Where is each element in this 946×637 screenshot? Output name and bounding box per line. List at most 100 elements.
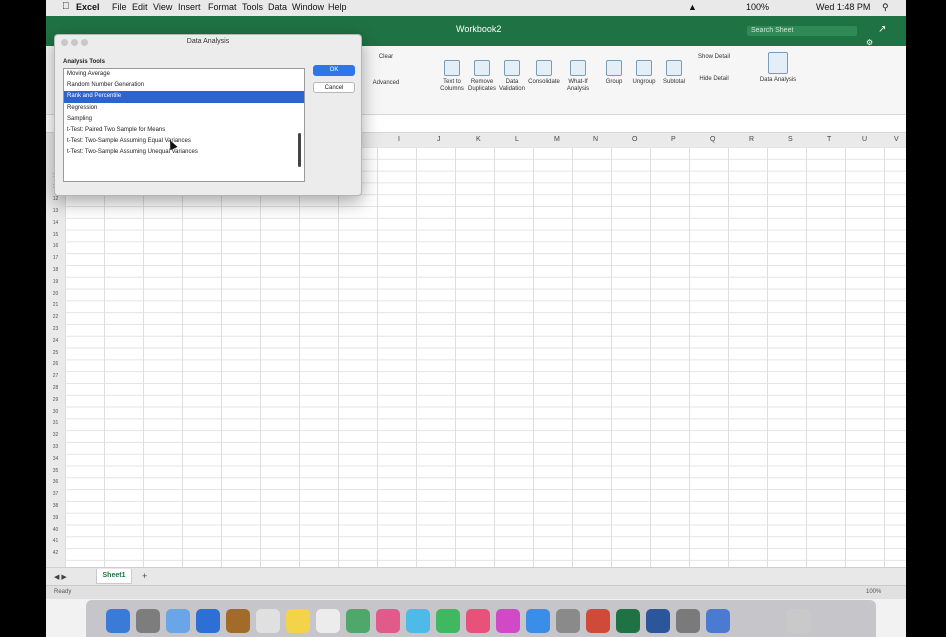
list-scrollbar[interactable] — [298, 133, 301, 167]
ibooks-icon[interactable] — [496, 609, 520, 633]
row-header[interactable]: 16 — [46, 241, 65, 253]
row-header[interactable]: 24 — [46, 336, 65, 348]
search-icon[interactable]: ⚲ — [882, 2, 889, 13]
row-header[interactable]: 23 — [46, 324, 65, 336]
row-header[interactable]: 40 — [46, 525, 65, 537]
row-header[interactable]: 17 — [46, 253, 65, 265]
advanced-button[interactable]: Advanced — [366, 80, 406, 87]
sheet-tab[interactable]: Sheet1 — [96, 569, 132, 584]
column-header[interactable]: Q — [710, 136, 715, 143]
column-header[interactable]: V — [894, 136, 899, 143]
facetime-icon[interactable] — [436, 609, 460, 633]
row-header[interactable]: 39 — [46, 513, 65, 525]
column-header[interactable]: U — [862, 136, 867, 143]
folder-icon[interactable] — [706, 609, 730, 633]
row-header[interactable]: 15 — [46, 230, 65, 242]
cancel-button[interactable]: Cancel — [313, 82, 355, 93]
column-header[interactable]: N — [593, 136, 598, 143]
itunes-icon[interactable] — [466, 609, 490, 633]
share-icon[interactable]: ↗ — [878, 24, 886, 35]
row-header[interactable]: 32 — [46, 430, 65, 442]
column-header[interactable]: M — [554, 136, 560, 143]
finder-icon[interactable] — [106, 609, 130, 633]
menu-edit[interactable]: Edit — [132, 2, 148, 12]
search-sheet-input[interactable]: Search Sheet — [747, 26, 857, 36]
column-header[interactable]: R — [749, 136, 754, 143]
cell-grid[interactable] — [65, 147, 906, 567]
list-item-regression[interactable]: Regression — [64, 103, 304, 114]
hide-detail-button[interactable]: Hide Detail — [694, 76, 734, 83]
row-header[interactable]: 25 — [46, 348, 65, 360]
column-header[interactable]: O — [632, 136, 637, 143]
row-header[interactable]: 20 — [46, 289, 65, 301]
row-header[interactable]: 18 — [46, 265, 65, 277]
menu-tools[interactable]: Tools — [242, 2, 263, 12]
column-header[interactable]: P — [671, 136, 676, 143]
row-header[interactable]: 37 — [46, 489, 65, 501]
photos-icon[interactable] — [376, 609, 400, 633]
trash-icon[interactable] — [786, 609, 810, 633]
show-detail-button[interactable]: Show Detail — [694, 54, 734, 61]
row-header[interactable]: 28 — [46, 383, 65, 395]
menu-help[interactable]: Help — [328, 2, 347, 12]
what-if-analysis-button[interactable]: What-If Analysis — [558, 60, 598, 93]
menu-file[interactable]: File — [112, 2, 127, 12]
list-item-rank-and-percentile[interactable]: Rank and Percentile — [64, 91, 304, 103]
safari-icon[interactable] — [166, 609, 190, 633]
column-header[interactable]: K — [476, 136, 481, 143]
column-header[interactable]: J — [437, 136, 441, 143]
row-header[interactable]: 38 — [46, 501, 65, 513]
data-analysis-button[interactable]: Data Analysis — [758, 52, 798, 84]
column-header[interactable]: L — [515, 136, 519, 143]
maps-icon[interactable] — [346, 609, 370, 633]
analysis-tools-list[interactable]: Moving Average Random Number Generation … — [63, 68, 305, 182]
clock[interactable]: Wed 1:48 PM — [816, 2, 870, 12]
ok-button[interactable]: OK — [313, 65, 355, 76]
row-header[interactable]: 13 — [46, 206, 65, 218]
row-header[interactable]: 14 — [46, 218, 65, 230]
row-header[interactable]: 27 — [46, 371, 65, 383]
excel-icon[interactable] — [616, 609, 640, 633]
row-header[interactable]: 31 — [46, 418, 65, 430]
row-header[interactable]: 33 — [46, 442, 65, 454]
row-header[interactable]: 41 — [46, 536, 65, 548]
notes-icon[interactable] — [286, 609, 310, 633]
launchpad-icon[interactable] — [136, 609, 160, 633]
battery-status[interactable]: 100% — [746, 2, 769, 12]
menu-app-name[interactable]: Excel — [76, 2, 100, 12]
row-header[interactable]: 26 — [46, 359, 65, 371]
preview-icon[interactable] — [676, 609, 700, 633]
add-sheet-button[interactable]: + — [142, 571, 147, 581]
clear-button[interactable]: Clear — [366, 54, 406, 61]
list-item-sampling[interactable]: Sampling — [64, 114, 304, 125]
row-header[interactable]: 35 — [46, 466, 65, 478]
menu-insert[interactable]: Insert — [178, 2, 201, 12]
menu-view[interactable]: View — [153, 2, 172, 12]
list-item-t-test-unequal-variances[interactable]: t-Test: Two-Sample Assuming Unequal Vari… — [64, 147, 304, 158]
menu-window[interactable]: Window — [292, 2, 324, 12]
list-item-t-test-paired[interactable]: t-Test: Paired Two Sample for Means — [64, 125, 304, 136]
row-header[interactable]: 22 — [46, 312, 65, 324]
column-header[interactable]: S — [788, 136, 793, 143]
menu-data[interactable]: Data — [268, 2, 287, 12]
list-item-moving-average[interactable]: Moving Average — [64, 69, 304, 80]
row-header[interactable]: 30 — [46, 407, 65, 419]
system-preferences-icon[interactable] — [556, 609, 580, 633]
apple-icon[interactable]:  — [62, 1, 70, 12]
contacts-icon[interactable] — [226, 609, 250, 633]
list-item-random-number-generation[interactable]: Random Number Generation — [64, 80, 304, 91]
column-header[interactable]: I — [398, 136, 400, 143]
subtotal-button[interactable]: Subtotal — [654, 60, 694, 86]
menu-format[interactable]: Format — [208, 2, 237, 12]
row-header[interactable]: 19 — [46, 277, 65, 289]
row-header[interactable]: 36 — [46, 477, 65, 489]
column-header[interactable]: T — [827, 136, 831, 143]
calendar-icon[interactable] — [256, 609, 280, 633]
wifi-icon[interactable]: ▲ — [688, 2, 697, 12]
row-header[interactable]: 42 — [46, 548, 65, 560]
row-header[interactable]: 21 — [46, 300, 65, 312]
messages-icon[interactable] — [406, 609, 430, 633]
app-store-icon[interactable] — [526, 609, 550, 633]
list-item-t-test-equal-variances[interactable]: t-Test: Two-Sample Assuming Equal Varian… — [64, 136, 304, 147]
zoom-level[interactable]: 100% — [866, 589, 881, 595]
